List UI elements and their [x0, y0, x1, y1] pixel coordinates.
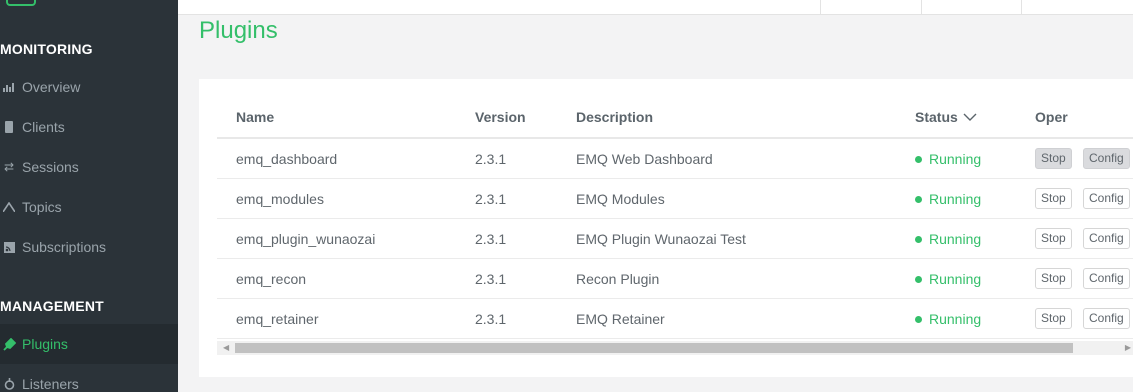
sidebar: MONITORING Overview Clients ⇄ Sessions T… [0, 0, 178, 392]
status-dot-icon [915, 275, 922, 283]
status-label: Running [929, 271, 982, 287]
plugin-version: 2.3.1 [475, 311, 507, 327]
table-row: emq_dashboard 2.3.1 EMQ Web Dashboard Ru… [217, 139, 1133, 179]
table-row: emq_retainer 2.3.1 EMQ Retainer Running … [217, 299, 1133, 339]
sidebar-item-listeners[interactable]: Listeners [0, 364, 178, 392]
sessions-icon: ⇄ [3, 160, 15, 174]
topics-icon [2, 200, 16, 214]
header-divider [921, 0, 922, 15]
page-title: Plugins [199, 17, 278, 44]
status-label: Running [929, 151, 982, 167]
scroll-left-icon[interactable]: ◀ [223, 343, 229, 352]
stop-button[interactable]: Stop [1035, 228, 1072, 249]
sidebar-item-clients[interactable]: Clients [0, 107, 178, 147]
sidebar-item-label: Clients [22, 119, 65, 135]
column-header-status-label: Status [915, 109, 958, 125]
config-button[interactable]: Config [1083, 268, 1130, 289]
sidebar-item-label: Sessions [22, 159, 79, 175]
stop-button[interactable]: Stop [1035, 268, 1072, 289]
column-header-status[interactable]: Status [915, 109, 977, 125]
sidebar-item-label: Plugins [22, 336, 68, 352]
status-dot-icon [915, 315, 922, 323]
status-dot-icon [915, 195, 922, 203]
sidebar-item-label: Topics [22, 199, 62, 215]
header-divider [1021, 0, 1022, 15]
plugin-name: emq_modules [236, 191, 324, 207]
plugin-version: 2.3.1 [475, 231, 507, 247]
table-header: Name Version Description Status Oper [217, 97, 1133, 139]
plugin-version: 2.3.1 [475, 191, 507, 207]
clients-icon [2, 120, 16, 134]
column-header-description: Description [576, 109, 654, 125]
plugin-description: Recon Plugin [576, 271, 660, 287]
table-row: emq_modules 2.3.1 EMQ Modules Running St… [217, 179, 1133, 219]
config-button[interactable]: Config [1083, 188, 1130, 209]
config-button[interactable]: Config [1083, 228, 1130, 249]
section-title-monitoring: MONITORING [0, 41, 93, 57]
status-label: Running [929, 191, 982, 207]
bar-chart-icon [2, 80, 16, 94]
sidebar-item-subscriptions[interactable]: Subscriptions [0, 227, 178, 267]
plugin-description: EMQ Web Dashboard [576, 151, 713, 167]
plugin-name: emq_retainer [236, 311, 319, 327]
sidebar-item-sessions[interactable]: ⇄ Sessions [0, 147, 178, 187]
listeners-icon [2, 377, 16, 391]
column-header-name: Name [236, 109, 275, 125]
status-label: Running [929, 311, 982, 327]
sidebar-item-topics[interactable]: Topics [0, 187, 178, 227]
top-header [178, 0, 1133, 15]
chevron-down-icon[interactable] [963, 113, 977, 121]
config-button[interactable]: Config [1083, 308, 1130, 329]
plugin-name: emq_dashboard [236, 151, 338, 167]
column-header-oper: Oper [1035, 109, 1068, 125]
status-dot-icon [915, 155, 922, 163]
status-badge: Running [915, 231, 981, 247]
status-label: Running [929, 231, 982, 247]
config-button[interactable]: Config [1083, 148, 1130, 169]
plug-icon [2, 337, 16, 351]
table-row: emq_plugin_wunaozai 2.3.1 EMQ Plugin Wun… [217, 219, 1133, 259]
plugin-name: emq_recon [236, 271, 307, 287]
plugins-table: Name Version Description Status Oper emq… [217, 97, 1133, 339]
section-title-management: MANAGEMENT [0, 298, 104, 314]
plugin-name: emq_plugin_wunaozai [236, 231, 376, 247]
status-badge: Running [915, 311, 981, 327]
sidebar-item-label: Overview [22, 79, 81, 95]
plugin-description: EMQ Retainer [576, 311, 665, 327]
table-row: emq_recon 2.3.1 Recon Plugin Running Sto… [217, 259, 1133, 299]
header-divider [820, 0, 821, 15]
plugins-card: Name Version Description Status Oper emq… [199, 79, 1133, 377]
plugin-version: 2.3.1 [475, 271, 507, 287]
stop-button[interactable]: Stop [1035, 308, 1072, 329]
logo[interactable] [6, 0, 36, 6]
plugin-version: 2.3.1 [475, 151, 507, 167]
subscriptions-icon [2, 240, 16, 254]
status-dot-icon [915, 235, 922, 243]
status-badge: Running [915, 271, 981, 287]
sidebar-item-label: Listeners [22, 376, 79, 392]
status-badge: Running [915, 191, 981, 207]
stop-button[interactable]: Stop [1035, 188, 1072, 209]
plugin-description: EMQ Modules [576, 191, 665, 207]
sidebar-item-overview[interactable]: Overview [0, 67, 178, 107]
sidebar-item-plugins[interactable]: Plugins [0, 324, 178, 364]
column-header-version: Version [475, 109, 526, 125]
stop-button[interactable]: Stop [1035, 148, 1072, 169]
sidebar-item-label: Subscriptions [22, 239, 107, 255]
scroll-right-icon[interactable]: ▶ [1125, 343, 1131, 352]
plugin-description: EMQ Plugin Wunaozai Test [576, 231, 746, 247]
horizontal-scrollbar[interactable]: ◀ ▶ [217, 341, 1133, 355]
scrollbar-thumb[interactable] [235, 343, 1073, 353]
status-badge: Running [915, 151, 981, 167]
